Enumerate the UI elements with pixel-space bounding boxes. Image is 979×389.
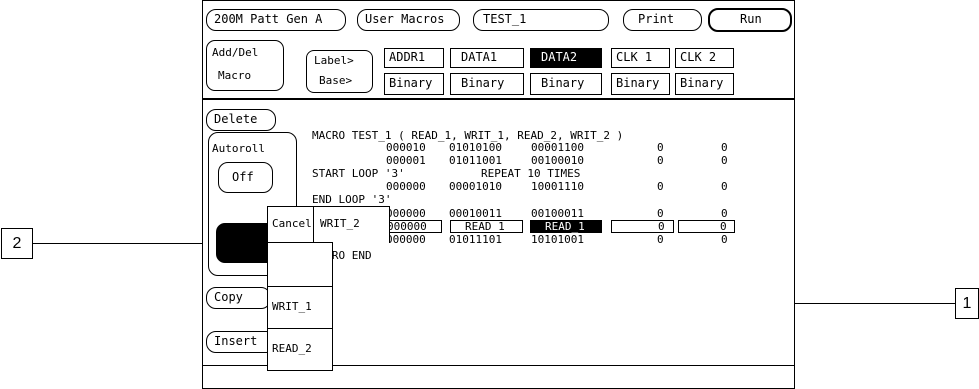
base-button-label: Base> [319,74,353,87]
row3-clk1: 0 [657,180,664,193]
row6-data1: 01011101 [449,233,502,246]
row4-clk1: 0 [657,207,664,220]
header-divider [203,98,794,100]
row4-addr1: 000000 [386,207,426,220]
user-macros-menu[interactable]: User Macros [357,9,460,31]
copy-button[interactable]: Copy [206,287,271,309]
column-base-addr1[interactable]: Binary [384,73,444,95]
row5-addr1-cell[interactable]: 000000 [384,220,442,233]
row5-clk2-cell[interactable]: 0 [678,220,735,233]
repeat-line: REPEAT 10 TIMES [481,167,581,180]
run-button[interactable]: Run [708,8,792,32]
column-base-clk1[interactable]: Binary [611,73,670,95]
macro-name: TEST_1 [483,12,527,26]
row6-data2: 10101001 [531,233,584,246]
row4-clk2: 0 [721,207,728,220]
row6-clk2: 0 [721,233,728,246]
popup-read2-item[interactable]: READ_2 [267,328,333,371]
delete-button[interactable]: Delete [206,109,276,131]
column-label-clk2[interactable]: CLK 2 [675,48,734,68]
row3-data1: 00001010 [449,180,502,193]
add-del-macro-button[interactable]: Add/Del Macro [206,40,284,91]
row6-addr1: 000000 [386,233,426,246]
row5-data1-cell[interactable]: READ_1 [450,220,523,233]
row2-data1: 01011001 [449,154,502,167]
row1-data2: 00001100 [531,141,584,154]
add-del-label: Add/Del [212,46,259,59]
row3-data2: 10001110 [531,180,584,193]
column-base-clk2[interactable]: Binary [675,73,734,95]
column-label-clk1[interactable]: CLK 1 [611,48,670,68]
callout-1: 1 [955,288,979,319]
row2-clk1: 0 [657,154,664,167]
popup-writ2-item[interactable]: WRIT_2 [313,206,390,243]
popup-writ1-item[interactable]: WRIT_1 [267,286,333,329]
row1-clk1: 0 [657,141,664,154]
row2-clk2: 0 [721,154,728,167]
label-base-button[interactable]: Label> Base> [306,50,373,93]
row5-data2-cell[interactable]: READ_1 [530,220,602,233]
macro-name-field[interactable]: TEST_1 [473,9,609,31]
popup-read1-item[interactable]: READ_1 [267,242,333,287]
row4-data2: 00100011 [531,207,584,220]
row3-addr1: 000000 [386,180,426,193]
macro-label: Macro [218,69,252,82]
callout-2: 2 [1,228,33,259]
print-button[interactable]: Print [623,9,702,31]
column-label-data1[interactable]: DATA1 [450,48,524,68]
start-loop-line: START LOOP '3' [312,167,405,180]
instrument-screen: 200M Patt Gen A User Macros TEST_1 Print… [202,0,795,389]
column-label-data2[interactable]: DATA2 [530,48,602,68]
column-base-data1[interactable]: Binary [450,73,524,95]
label-button-label: Label> [314,54,354,67]
row3-clk2: 0 [721,180,728,193]
column-label-addr1[interactable]: ADDR1 [384,48,444,68]
row1-clk2: 0 [721,141,728,154]
row5-clk1-cell[interactable]: 0 [611,220,674,233]
row4-data1: 00010011 [449,207,502,220]
row2-addr1: 000001 [386,154,426,167]
end-loop-line: END LOOP '3' [312,193,392,206]
insert-button[interactable]: Insert [206,331,276,353]
row1-addr1: 000010 [386,141,426,154]
column-base-data2[interactable]: Binary [530,73,602,95]
row2-data2: 00100010 [531,154,584,167]
autoroll-label: Autoroll [212,142,265,155]
row1-data1: 01010100 [449,141,502,154]
autoroll-off-button[interactable]: Off [218,162,273,193]
row6-clk1: 0 [657,233,664,246]
popup-cancel-item[interactable]: Cancel [267,206,314,243]
module-select[interactable]: 200M Patt Gen A [206,9,346,31]
